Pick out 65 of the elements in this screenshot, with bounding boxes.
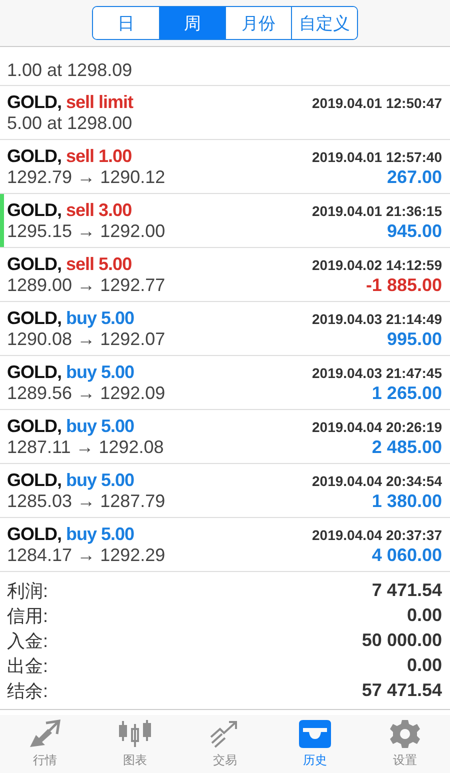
tab-bar-item[interactable]: 历史 [270, 715, 360, 773]
period-tab[interactable]: 周 [159, 7, 225, 39]
price-change: 1290.08 → 1292.07 [7, 328, 166, 350]
summary-label: 信用: [7, 604, 48, 628]
profit-value: 1 265.00 [372, 382, 442, 404]
trade-time: 2019.04.04 20:26:19 [312, 418, 442, 434]
history-row[interactable]: GOLD, sell 5.00 2019.04.02 14:12:59 1289.00 → 1292.77 -1 885.00 [0, 248, 450, 302]
history-row[interactable]: GOLD, buy 5.00 2019.04.03 21:14:49 1290.08 → 1292.07 995.00 [0, 302, 450, 356]
profit-value: 1 380.00 [372, 490, 442, 512]
order-detail: 5.00 at 1298.00 [7, 112, 132, 134]
history-row[interactable]: GOLD, buy 5.00 2019.04.03 21:47:45 1289.56 → 1292.09 1 265.00 [0, 356, 450, 410]
trade-title: GOLD, sell 5.00 [7, 254, 132, 274]
trade-title: GOLD, buy 5.00 [7, 416, 134, 436]
history-row[interactable]: 1.00 at 1298.09 [0, 47, 450, 86]
summary-label: 出金: [7, 654, 48, 678]
history-row[interactable]: GOLD, sell 1.00 2019.04.01 12:57:40 1292.79 → 1290.12 267.00 [0, 140, 450, 194]
period-tab[interactable]: 月份 [225, 7, 291, 39]
trade-title: GOLD, buy 5.00 [7, 362, 134, 382]
price-change: 1295.15 → 1292.00 [7, 220, 166, 242]
settings-icon [390, 719, 420, 749]
history-row[interactable]: GOLD, sell 3.00 2019.04.01 21:36:15 1295.15 → 1292.00 945.00 [0, 194, 450, 248]
summary-value: 0.00 [406, 605, 442, 626]
history-row[interactable]: GOLD, buy 5.00 2019.04.04 20:37:37 1284.17 → 1292.29 4 060.00 [0, 518, 450, 572]
price-change: 1289.56 → 1292.09 [7, 382, 166, 404]
summary-value: 7 471.54 [372, 580, 442, 601]
summary-label: 入金: [7, 630, 48, 652]
order-detail: 1.00 at 1298.09 [7, 60, 132, 81]
trade-title: GOLD, buy 5.00 [7, 470, 134, 490]
price-change: 1289.00 → 1292.77 [7, 274, 166, 296]
trade-title: GOLD, buy 5.00 [7, 308, 134, 328]
period-tab[interactable]: 自定义 [291, 7, 357, 39]
trade-time: 2019.04.03 21:47:45 [312, 364, 442, 380]
trade-title: GOLD, sell limit [7, 92, 134, 112]
trade-title: GOLD, buy 5.00 [7, 524, 134, 544]
summary-label: 结余: [7, 680, 48, 702]
trade-time: 2019.04.04 20:37:37 [312, 526, 442, 542]
price-change: 1292.79 → 1290.12 [7, 166, 166, 188]
history-row[interactable]: GOLD, buy 5.00 2019.04.04 20:26:19 1287.11 → 1292.08 2 485.00 [0, 410, 450, 464]
profit-value: 267.00 [386, 166, 442, 188]
trade-time: 2019.04.03 21:14:49 [312, 310, 442, 326]
price-change: 1284.17 → 1292.29 [7, 544, 166, 566]
trade-title: GOLD, sell 3.00 [7, 200, 132, 220]
candlestick-icon [118, 719, 152, 749]
inbox-icon [298, 719, 332, 749]
period-tab[interactable]: 日 [93, 7, 159, 39]
history-row[interactable]: GOLD, buy 5.00 2019.04.04 20:34:54 1285.03 → 1287.79 1 380.00 [0, 464, 450, 518]
trade-time: 2019.04.02 14:12:59 [312, 256, 442, 272]
profit-value: 995.00 [386, 328, 442, 350]
summary-value: 50 000.00 [362, 630, 442, 651]
summary-value: 57 471.54 [362, 680, 442, 701]
profit-value: -1 885.00 [366, 274, 442, 296]
profit-value: 945.00 [386, 220, 442, 242]
trade-time: 2019.04.04 20:34:54 [312, 472, 442, 488]
arrows-icon [28, 719, 62, 749]
profit-value: 2 485.00 [372, 436, 442, 458]
profit-value: 4 060.00 [372, 544, 442, 566]
summary-label: 利润: [7, 580, 48, 602]
price-change: 1287.11 → 1292.08 [7, 436, 164, 458]
history-row[interactable]: GOLD, sell limit 2019.04.01 12:50:47 5.00 at 1298.00 [0, 86, 450, 140]
trade-time: 2019.04.01 21:36:15 [312, 202, 442, 218]
price-change: 1285.03 → 1287.79 [7, 490, 166, 512]
trade-title: GOLD, sell 1.00 [7, 146, 132, 166]
trade-time: 2019.04.01 12:50:47 [312, 94, 442, 110]
trade-time: 2019.04.01 12:57:40 [312, 148, 442, 164]
summary-value: 0.00 [406, 655, 442, 676]
